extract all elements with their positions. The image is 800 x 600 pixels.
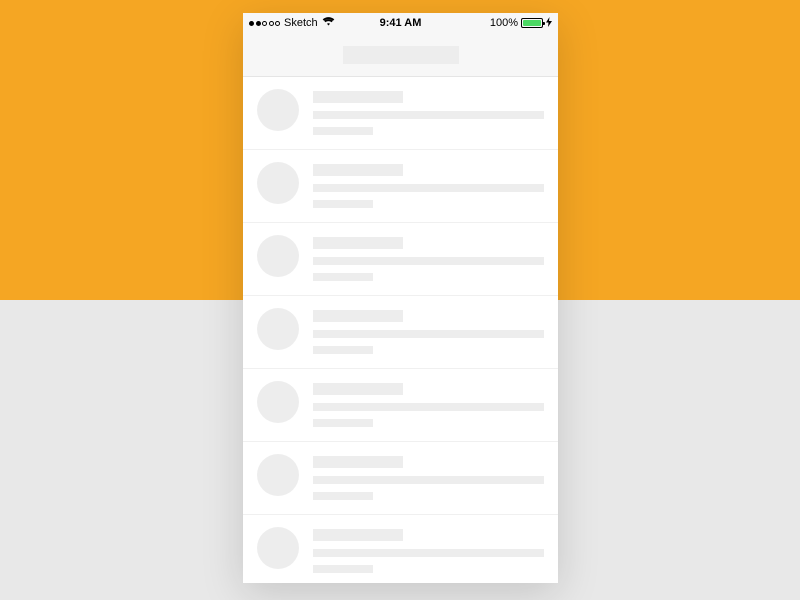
status-left: Sketch	[249, 17, 335, 29]
title-placeholder	[313, 529, 403, 541]
body-line-placeholder	[313, 111, 544, 119]
battery-percent: 100%	[490, 17, 518, 29]
body-line-placeholder	[313, 257, 544, 265]
short-line-placeholder	[313, 346, 373, 354]
signal-strength-icon	[249, 21, 280, 26]
short-line-placeholder	[313, 419, 373, 427]
wifi-icon	[322, 17, 335, 29]
item-content	[313, 308, 544, 354]
body-line-placeholder	[313, 330, 544, 338]
body-line-placeholder	[313, 476, 544, 484]
short-line-placeholder	[313, 492, 373, 500]
body-line-placeholder	[313, 403, 544, 411]
list-item[interactable]	[243, 369, 558, 442]
list-item[interactable]	[243, 223, 558, 296]
list-item[interactable]	[243, 442, 558, 515]
avatar-placeholder	[257, 454, 299, 496]
item-content	[313, 162, 544, 208]
carrier-label: Sketch	[284, 17, 318, 29]
item-content	[313, 235, 544, 281]
battery-icon	[521, 18, 543, 28]
phone-frame: Sketch 9:41 AM 100%	[243, 13, 558, 583]
body-line-placeholder	[313, 184, 544, 192]
title-placeholder	[313, 164, 403, 176]
item-content	[313, 527, 544, 573]
title-placeholder	[313, 456, 403, 468]
title-placeholder	[313, 91, 403, 103]
charging-icon	[546, 17, 552, 29]
status-bar: Sketch 9:41 AM 100%	[243, 13, 558, 33]
short-line-placeholder	[313, 200, 373, 208]
nav-bar	[243, 33, 558, 77]
short-line-placeholder	[313, 565, 373, 573]
avatar-placeholder	[257, 89, 299, 131]
avatar-placeholder	[257, 308, 299, 350]
title-placeholder	[313, 237, 403, 249]
status-right: 100%	[490, 17, 552, 29]
avatar-placeholder	[257, 381, 299, 423]
item-content	[313, 454, 544, 500]
nav-title-placeholder	[343, 46, 459, 64]
title-placeholder	[313, 383, 403, 395]
list-item[interactable]	[243, 515, 558, 583]
skeleton-list[interactable]	[243, 77, 558, 583]
body-line-placeholder	[313, 549, 544, 557]
title-placeholder	[313, 310, 403, 322]
avatar-placeholder	[257, 162, 299, 204]
avatar-placeholder	[257, 235, 299, 277]
status-time: 9:41 AM	[380, 17, 422, 29]
list-item[interactable]	[243, 296, 558, 369]
item-content	[313, 89, 544, 135]
list-item[interactable]	[243, 150, 558, 223]
list-item[interactable]	[243, 77, 558, 150]
short-line-placeholder	[313, 273, 373, 281]
item-content	[313, 381, 544, 427]
avatar-placeholder	[257, 527, 299, 569]
short-line-placeholder	[313, 127, 373, 135]
